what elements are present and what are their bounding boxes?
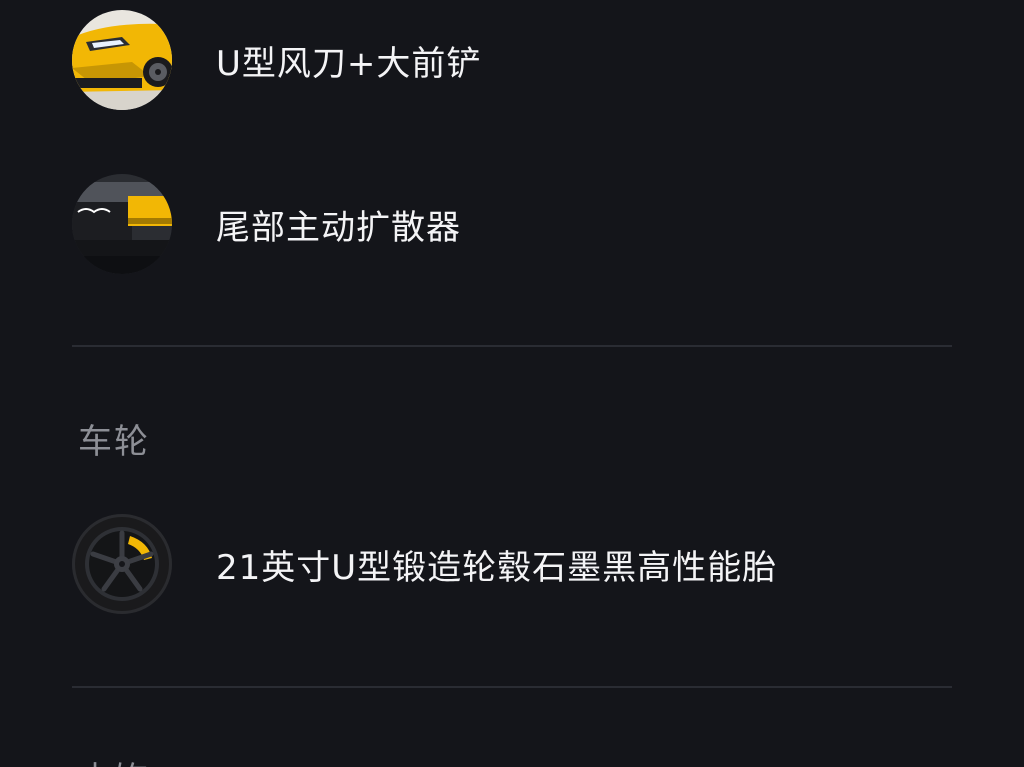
- wheel-thumbnail: [72, 514, 172, 614]
- option-item-wheels[interactable]: 21英寸U型锻造轮毂石墨黑高性能胎: [72, 514, 952, 614]
- option-label-rear-diffuser: 尾部主动扩散器: [216, 207, 461, 248]
- option-label-wheels: 21英寸U型锻造轮毂石墨黑高性能胎: [216, 547, 778, 588]
- car-front-image: [72, 10, 172, 110]
- section-title-interior: 内饰: [78, 752, 150, 767]
- option-item-front-aero[interactable]: U型风刀+大前铲: [72, 10, 952, 110]
- section-divider: [72, 345, 952, 347]
- option-item-rear-diffuser[interactable]: 尾部主动扩散器: [72, 174, 952, 274]
- config-page: U型风刀+大前铲 尾部主动扩散器 车轮 21英寸U型锻造轮毂石墨黑高性能胎: [0, 0, 1024, 767]
- option-label-front-aero: U型风刀+大前铲: [216, 43, 482, 84]
- wheel-image: [72, 514, 172, 614]
- car-front-thumbnail: [72, 10, 172, 110]
- car-rear-thumbnail: [72, 174, 172, 274]
- car-rear-image: [72, 174, 172, 274]
- section-title-wheels: 车轮: [78, 422, 150, 462]
- section-divider: [72, 686, 952, 688]
